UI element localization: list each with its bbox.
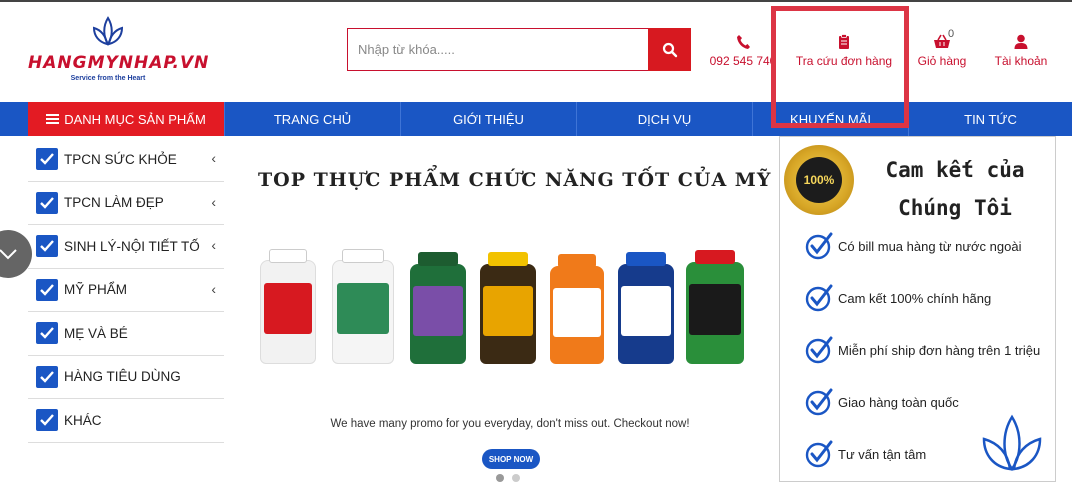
check-circle-icon	[805, 284, 833, 312]
commitment-item-label: Cam kết 100% chính hãng	[838, 290, 992, 306]
main-nav: DANH MỤC SẢN PHẨM TRANG CHỦ GIỚI THIỆU D…	[0, 102, 1072, 136]
satisfaction-badge-icon: 100%	[784, 145, 854, 215]
search-button[interactable]	[648, 28, 691, 71]
checkbox-icon	[36, 322, 58, 345]
checkbox-icon	[36, 191, 58, 214]
sidebar-item-health[interactable]: TPCN SỨC KHỎE ‹	[28, 138, 224, 182]
sidebar-item-label: KHÁC	[64, 412, 102, 428]
checkbox-icon	[36, 365, 58, 388]
brand-tagline: Service from the Heart	[70, 75, 146, 82]
commitment-title-line2: Chúng Tôi	[898, 196, 1012, 220]
hotline-number: 092 545 740	[709, 54, 777, 68]
search-bar	[347, 28, 691, 71]
chevron-left-icon[interactable]: ‹	[211, 194, 216, 210]
carousel-dot[interactable]	[512, 474, 520, 482]
commitment-title-line1: Cam kết của	[885, 158, 1025, 182]
badge-percent: 100%	[796, 157, 842, 203]
account-link[interactable]: Tài khoản	[990, 34, 1052, 68]
clipboard-icon	[839, 34, 849, 49]
check-circle-icon	[805, 336, 833, 364]
sidebar-item-beauty[interactable]: TPCN LÀM ĐẸP ‹	[28, 182, 224, 225]
check-circle-icon	[805, 440, 833, 468]
nav-promotions[interactable]: KHUYẾN MÃI	[752, 102, 908, 136]
commitment-item-label: Có bill mua hàng từ nước ngoài	[838, 238, 1022, 254]
phone-icon	[737, 35, 750, 49]
cart-label: Giỏ hàng	[917, 54, 967, 68]
sidebar-item-label: MỸ PHẨM	[64, 282, 128, 298]
commitment-item-label: Tư vấn tận tâm	[838, 446, 927, 462]
commitment-item: Cam kết 100% chính hãng	[804, 283, 991, 313]
nav-home[interactable]: TRANG CHỦ	[224, 102, 400, 136]
sidebar-item-consumer-goods[interactable]: HÀNG TIÊU DÙNG	[28, 356, 224, 399]
commitment-item: Tư vấn tận tâm	[804, 439, 926, 469]
leaf-logo-icon	[982, 414, 1042, 471]
commitment-title: Cam kết của Chúng Tôi	[860, 151, 1050, 227]
commitment-item: Miễn phí ship đơn hàng trên 1 triệu	[804, 335, 1040, 365]
brand-name: HANGMYNHAP.VN	[28, 53, 210, 73]
sidebar-item-label: MẸ VÀ BÉ	[64, 325, 128, 341]
commitment-item: Giao hàng toàn quốc	[804, 387, 959, 417]
category-sidebar: TPCN SỨC KHỎE ‹ TPCN LÀM ĐẸP ‹ SINH LÝ-N…	[28, 138, 224, 443]
sidebar-item-other[interactable]: KHÁC	[28, 399, 224, 443]
page: HANGMYNHAP.VN Service from the Heart 092…	[0, 0, 1072, 482]
sidebar-item-label: TPCN LÀM ĐẸP	[64, 195, 164, 211]
sidebar-item-label: TPCN SỨC KHỎE	[64, 151, 177, 167]
chevron-left-icon[interactable]: ‹	[211, 150, 216, 166]
checkbox-icon	[36, 148, 58, 171]
product-bottle	[332, 249, 394, 364]
user-icon	[1014, 34, 1028, 49]
check-circle-icon	[805, 232, 833, 260]
promo-text: We have many promo for you everyday, don…	[330, 418, 690, 430]
shop-now-button[interactable]: SHOP NOW	[482, 449, 540, 469]
cart-link[interactable]: 0 Giỏ hàng	[916, 28, 968, 68]
category-menu-button[interactable]: DANH MỤC SẢN PHẨM	[28, 102, 224, 136]
nav-about[interactable]: GIỚI THIỆU	[400, 102, 576, 136]
site-logo[interactable]: HANGMYNHAP.VN Service from the Heart	[28, 16, 210, 86]
product-bottle	[618, 252, 674, 364]
leaf-logo-icon	[92, 16, 124, 46]
category-menu-label: DANH MỤC SẢN PHẨM	[64, 111, 206, 127]
banner-title: TOP THỰC PHẨM CHỨC NĂNG TỐT CỦA MỸ	[258, 169, 772, 191]
sidebar-item-endocrine[interactable]: SINH LÝ-NỘI TIẾT TỐ ‹	[28, 225, 224, 269]
track-order-link[interactable]: Tra cứu đơn hàng	[792, 34, 896, 68]
commitment-item-label: Miễn phí ship đơn hàng trên 1 triệu	[838, 342, 1041, 358]
sidebar-item-label: HÀNG TIÊU DÙNG	[64, 369, 181, 385]
checkbox-icon	[36, 235, 58, 258]
chevron-left-icon[interactable]: ‹	[211, 281, 216, 297]
search-input[interactable]	[347, 28, 648, 71]
nav-news[interactable]: TIN TỨC	[908, 102, 1072, 136]
checkbox-icon	[36, 409, 58, 432]
hotline-link[interactable]: 092 545 740	[708, 34, 778, 68]
checkbox-icon	[36, 278, 58, 301]
product-bottle	[480, 252, 536, 364]
commitment-item: Có bill mua hàng từ nước ngoài	[804, 231, 1021, 261]
cart-count: 0	[948, 28, 955, 40]
chevron-down-icon	[0, 249, 17, 260]
search-icon	[662, 42, 677, 57]
carousel-dot[interactable]	[496, 474, 504, 482]
menu-icon	[46, 112, 60, 126]
chevron-left-icon[interactable]: ‹	[211, 237, 216, 253]
product-bottle	[410, 252, 466, 364]
product-images[interactable]	[258, 244, 748, 364]
check-circle-icon	[805, 388, 833, 416]
commitment-box: 100% Cam kết của Chúng Tôi Có bill mua h…	[779, 136, 1056, 482]
sidebar-item-cosmetics[interactable]: MỸ PHẨM ‹	[28, 269, 224, 312]
product-bottle	[550, 254, 604, 364]
account-label: Tài khoản	[994, 54, 1048, 68]
sidebar-item-label: SINH LÝ-NỘI TIẾT TỐ	[64, 238, 200, 254]
sidebar-item-mom-baby[interactable]: MẸ VÀ BÉ	[28, 312, 224, 356]
nav-services[interactable]: DỊCH VỤ	[576, 102, 752, 136]
product-bottle	[686, 250, 744, 364]
product-bottle	[260, 249, 316, 364]
commitment-item-label: Giao hàng toàn quốc	[838, 394, 959, 410]
track-order-label: Tra cứu đơn hàng	[795, 54, 893, 68]
carousel-dots	[496, 474, 520, 482]
